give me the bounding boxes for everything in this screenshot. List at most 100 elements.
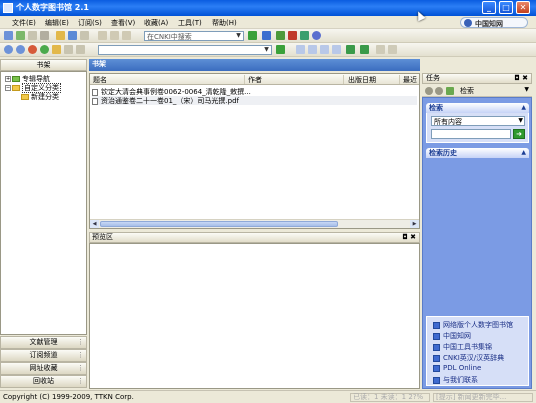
collapse-icon[interactable]: − [5,85,11,91]
search-group-header[interactable]: 检索 ▲ [426,103,529,113]
tree-node-new-category[interactable]: 新建分类 [21,92,59,102]
menu-subscribe[interactable]: 订阅(S) [78,18,102,28]
web-icon[interactable] [312,31,321,40]
open-icon[interactable] [16,31,25,40]
folder-icon[interactable] [56,31,65,40]
book-icon[interactable] [276,31,285,40]
search-input[interactable] [431,129,511,139]
reload-icon[interactable] [40,45,49,54]
minimize-button[interactable]: _ [482,1,496,14]
chevron-down-icon[interactable]: ▼ [524,86,529,93]
link-cnki[interactable]: 中国知网 [433,331,471,341]
home-icon[interactable] [52,45,61,54]
task-panel-header: 任务 ◘ ✖ [422,73,532,84]
link-icon [433,343,440,351]
expand-icon[interactable]: + [5,76,11,82]
link-pdl-online[interactable]: PDL Online [433,364,481,372]
link-icon [433,376,440,384]
scroll-left-icon[interactable]: ◀ [90,220,99,228]
collapse-icon[interactable]: ▲ [521,148,526,158]
menu-view[interactable]: 查看(V) [111,18,135,28]
pane-controls[interactable]: ◘ ✖ [514,74,528,83]
folder-icon [12,76,20,82]
fullscreen-icon[interactable] [388,45,397,54]
app-icon[interactable] [3,3,13,13]
undo-icon[interactable] [110,31,119,40]
menu-bar: 文件(E) 编辑(E) 订阅(S) 查看(V) 收藏(A) 工具(T) 帮助(H… [0,16,536,29]
back-icon[interactable] [4,45,13,54]
pane-controls[interactable]: ◘ ✖ [402,233,416,242]
nav-tools-icon[interactable] [308,45,317,54]
forward-icon[interactable] [435,87,443,95]
search-history-header[interactable]: 检索历史 ▲ [426,148,529,158]
menu-file[interactable]: 文件(E) [12,18,36,28]
search-go-button[interactable]: ➜ [513,129,525,139]
back-icon[interactable] [425,87,433,95]
column-publish-date[interactable]: 出版日期 [348,75,400,84]
document-icon [92,88,98,96]
nav-recycle-bin[interactable]: 回收站 [0,375,87,388]
search-icon[interactable] [76,45,85,54]
cnki-brand-logo[interactable]: 中国知网 [460,17,528,28]
link-reference-books[interactable]: 中国工具书集锦 [433,342,492,352]
window-title: 个人数字图书馆 2.1 [16,3,89,12]
search-scope-select[interactable]: 在CNKI中搜索 ▼ [144,31,244,41]
stop-icon[interactable] [28,45,37,54]
export-icon[interactable] [80,31,89,40]
redo-icon[interactable] [122,31,131,40]
chevron-down-icon: ▼ [518,117,523,124]
list-column-headers: 题名 作者 出版日期 最近 [90,74,419,85]
favorites-icon[interactable] [262,31,271,40]
status-bar: Copyright (C) 1999-2009, TTKN Corp. 已读：1… [0,390,536,403]
new-icon[interactable] [4,31,13,40]
nav-up-icon[interactable] [296,45,305,54]
scroll-right-icon[interactable]: ▶ [410,220,419,228]
menu-help[interactable]: 帮助(H) [212,18,237,28]
quick-links-group: 网络版个人数字图书馆 中国知网 中国工具书集锦 CNKI英汉/汉英辞典 PDL … [426,316,529,386]
search-group: 检索 ▲ 所有内容 ▼ ➜ [426,103,529,143]
refresh-icon[interactable] [300,31,309,40]
table-row[interactable]: 资治通鉴卷二十一卷01_（宋）司马光撰.pdf [92,96,417,105]
menu-tools[interactable]: 工具(T) [178,18,202,28]
forward-icon[interactable] [16,45,25,54]
column-recent[interactable]: 最近 [403,75,419,84]
link-dictionary[interactable]: CNKI英汉/汉英辞典 [433,353,504,363]
title-bar: 个人数字图书馆 2.1 _ □ ✕ [0,0,536,16]
menu-favorites[interactable]: 收藏(A) [144,18,168,28]
link-icon [433,354,440,362]
nav-url-favorites[interactable]: 网址收藏 [0,362,87,375]
history-icon[interactable] [64,45,73,54]
collapse-icon[interactable]: ▲ [521,103,526,113]
cut-icon[interactable] [98,31,107,40]
print-icon[interactable] [40,31,49,40]
scrollbar-thumb[interactable] [100,221,338,227]
category-tree: + 专辑导航 − 自定义分类 新建分类 [0,71,87,335]
save-icon[interactable] [28,31,37,40]
menu-edit[interactable]: 编辑(E) [45,18,69,28]
nav-document-management[interactable]: 文献管理 [0,336,87,349]
preview-pane [89,243,420,389]
view-icon[interactable] [346,45,355,54]
address-input[interactable]: ▼ [98,45,272,55]
layout-icon[interactable] [360,45,369,54]
link-contact-us[interactable]: 与我们联系 [433,375,478,385]
nav-subscription-channel[interactable]: 订阅频道 [0,349,87,362]
horizontal-scrollbar[interactable]: ◀ ▶ [90,219,419,228]
import-icon[interactable] [68,31,77,40]
table-row[interactable]: 钦定大清会典事例卷0062-0064_清乾隆_敕撰... [92,87,417,96]
nav-list-icon[interactable] [320,45,329,54]
maximize-button[interactable]: □ [499,1,513,14]
go-icon[interactable] [276,45,285,54]
close-button[interactable]: ✕ [516,1,530,14]
go-search-icon[interactable] [248,31,257,40]
link-online-pdl[interactable]: 网络版个人数字图书馆 [433,320,513,330]
panel-icon[interactable] [376,45,385,54]
flag-icon[interactable] [288,31,297,40]
column-author[interactable]: 作者 [248,75,344,84]
nav-grid-icon[interactable] [332,45,341,54]
search-scope-select[interactable]: 所有内容 ▼ [431,116,525,126]
home-icon[interactable] [446,87,454,95]
task-panel-title[interactable]: 检索 [460,86,474,96]
column-title[interactable]: 题名 [93,75,245,84]
chevron-down-icon: ▼ [264,46,269,53]
